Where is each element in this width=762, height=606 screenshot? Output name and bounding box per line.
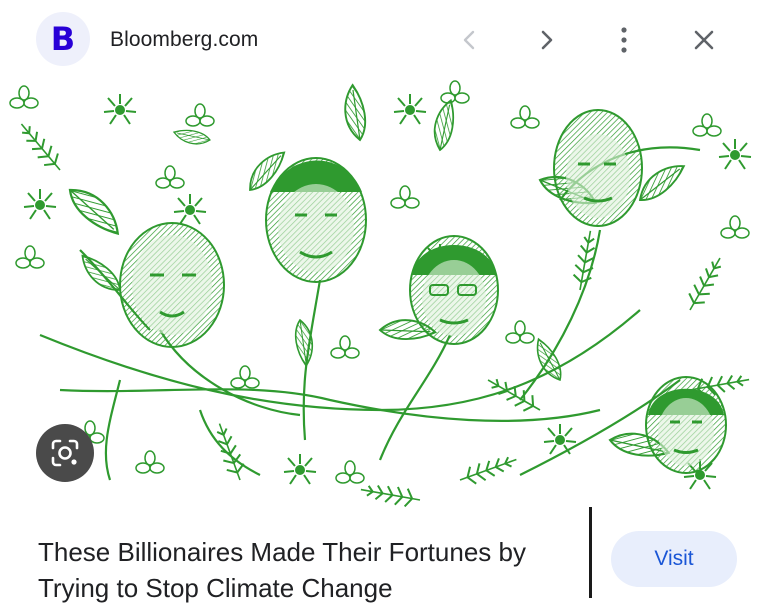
divider [589, 507, 592, 598]
portrait-center-right [409, 235, 499, 345]
result-title-line-1: These Billionaires Made Their Fortunes b… [38, 537, 526, 567]
portrait-center-left [265, 157, 367, 283]
portrait-left [119, 222, 225, 348]
result-title[interactable]: These Billionaires Made Their Fortunes b… [38, 534, 586, 606]
more-options-button[interactable] [604, 22, 644, 58]
botanical-illustration [9, 80, 752, 510]
result-header: B Bloomberg.com [0, 0, 762, 80]
chevron-left-icon [463, 30, 475, 50]
visit-button[interactable]: Visit [611, 531, 737, 587]
close-icon [694, 30, 714, 50]
favicon-letter: B [50, 20, 76, 58]
more-vertical-icon [621, 27, 627, 53]
site-name[interactable]: Bloomberg.com [110, 28, 258, 52]
portrait-bottom-right [645, 376, 727, 474]
result-image[interactable] [0, 80, 762, 510]
previous-button[interactable] [450, 22, 490, 58]
google-lens-icon [51, 439, 79, 467]
result-title-line-2: Trying to Stop Climate Change [38, 573, 393, 603]
face-portraits [119, 109, 727, 474]
close-button[interactable] [684, 22, 724, 58]
next-button[interactable] [527, 22, 567, 58]
lens-search-button[interactable] [36, 424, 94, 482]
chevron-right-icon [541, 30, 553, 50]
portrait-top-right [553, 109, 643, 227]
site-favicon[interactable]: B [36, 12, 90, 66]
